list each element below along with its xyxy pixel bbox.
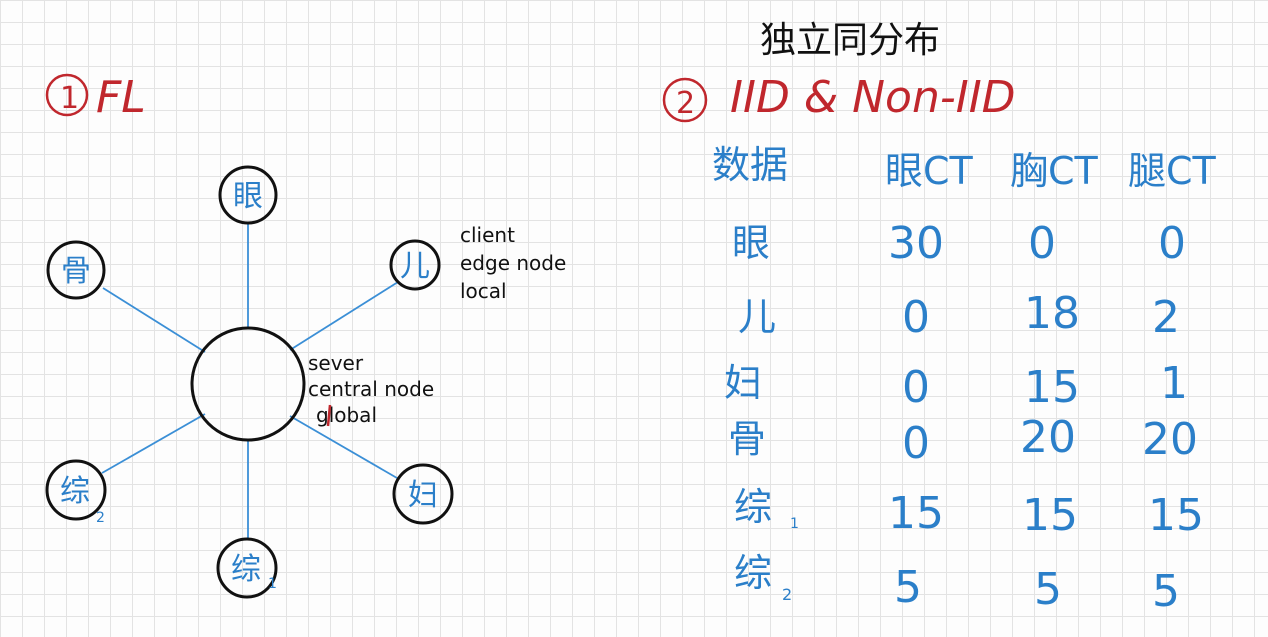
client-note-line: edge node <box>460 251 566 275</box>
client-notes: client edge node local <box>460 223 566 303</box>
client-node-label: 妇 <box>408 478 438 513</box>
table-cell: 15 <box>1148 490 1204 541</box>
server-note-line: global <box>316 403 377 427</box>
table-cell: 20 <box>1020 412 1076 463</box>
client-node-subscript: 2 <box>96 510 105 526</box>
table-row-label: 综 <box>734 551 772 595</box>
table-cell: 5 <box>1152 566 1180 617</box>
client-node-fu: 妇 <box>392 463 454 525</box>
section2-number: 2 <box>676 86 695 121</box>
table-row-subscript: 1 <box>790 516 799 532</box>
table-row-label: 儿 <box>738 295 776 339</box>
server-notes: sever central node global <box>308 351 434 427</box>
table-cell: 0 <box>902 292 930 343</box>
table-row-label: 骨 <box>728 417 766 461</box>
table-cell: 0 <box>1158 218 1186 269</box>
client-node-subscript: 1 <box>268 576 277 592</box>
server-note-line: sever <box>308 351 364 375</box>
table-cell: 5 <box>1034 564 1062 615</box>
table-cell: 30 <box>888 218 944 269</box>
client-node-label: 骨 <box>61 254 91 289</box>
table-cell: 15 <box>1022 490 1078 541</box>
section2-label: IID & Non-IID <box>730 72 1016 123</box>
table-column-header: 眼CT <box>885 149 974 193</box>
spoke-er <box>289 281 399 351</box>
whiteboard-canvas: 独立同分布 1 FL 2 IID & Non-IID 眼 儿 妇 综 1 综 2… <box>45 20 1217 617</box>
client-node-eye: 眼 <box>218 165 278 225</box>
table-cell: 1 <box>1160 358 1188 409</box>
table-row-label: 眼 <box>732 221 770 265</box>
table-column-header: 腿CT <box>1128 149 1217 193</box>
section1-heading: 1 FL <box>45 72 146 123</box>
client-node-er: 儿 <box>389 239 441 291</box>
client-node-zong1: 综 1 <box>216 537 278 599</box>
client-node-label: 眼 <box>233 179 263 214</box>
table-cell: 15 <box>1024 362 1080 413</box>
table-cell: 18 <box>1024 288 1080 339</box>
client-node-gu: 骨 <box>46 240 106 300</box>
table-corner-label: 数据 <box>712 143 788 187</box>
spoke-gu <box>102 287 206 353</box>
table-cell: 0 <box>902 362 930 413</box>
table-row-subscript: 2 <box>782 585 792 604</box>
data-distribution-table: 数据 眼CT 胸CT 腿CT 眼 30 0 0 儿 0 18 2 妇 0 15 … <box>712 143 1217 617</box>
section1-number: 1 <box>60 81 79 116</box>
table-cell: 5 <box>894 562 922 613</box>
client-node-label: 综 <box>231 552 261 587</box>
table-cell: 0 <box>902 418 930 469</box>
client-node-zong2: 综 2 <box>45 459 107 526</box>
table-cell: 2 <box>1152 292 1180 343</box>
table-cell: 0 <box>1028 218 1056 269</box>
table-row-label: 妇 <box>724 361 762 405</box>
table-cell: 20 <box>1142 414 1198 465</box>
top-title: 独立同分布 <box>760 20 940 61</box>
client-node-label: 儿 <box>400 249 430 284</box>
client-note-line: local <box>460 279 507 303</box>
section2-heading: 2 IID & Non-IID <box>662 72 1016 123</box>
spoke-zong2 <box>101 413 206 474</box>
server-note-line: central node <box>308 377 434 401</box>
client-node-label: 综 <box>60 474 90 509</box>
table-column-header: 胸CT <box>1010 149 1099 193</box>
table-row-label: 综 <box>734 485 772 529</box>
table-cell: 15 <box>888 488 944 539</box>
section1-label: FL <box>96 72 146 123</box>
server-node <box>190 326 306 442</box>
fl-star-diagram: 眼 儿 妇 综 1 综 2 骨 client edge node local s… <box>45 165 566 599</box>
client-note-line: client <box>460 223 515 247</box>
